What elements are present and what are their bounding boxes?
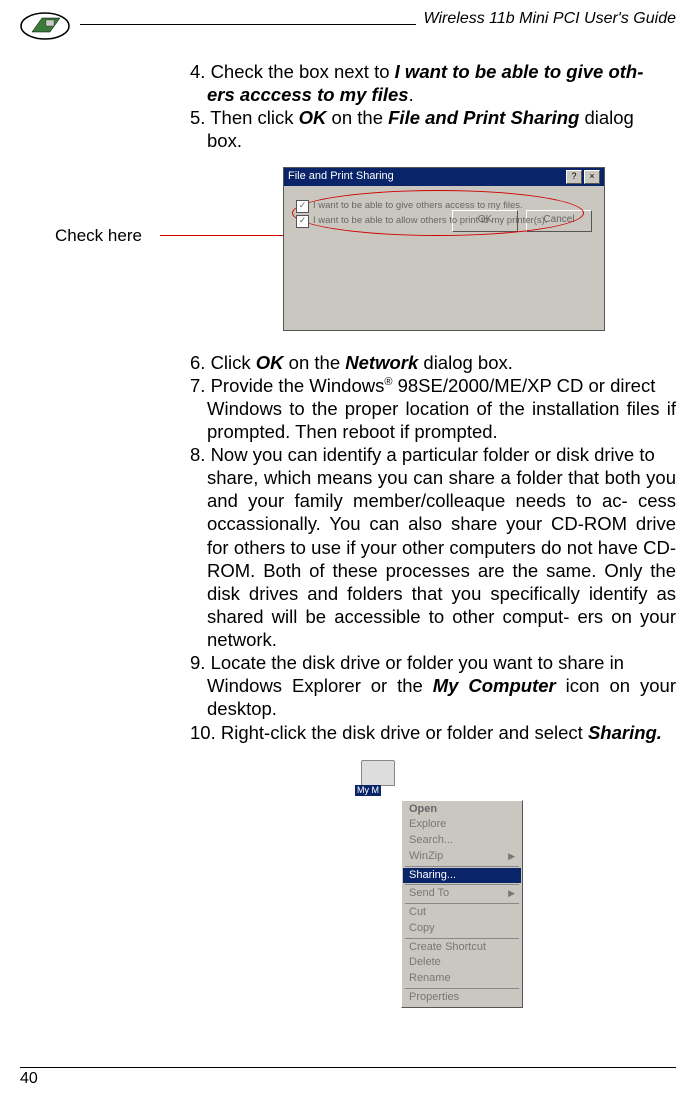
step9-text2: Windows Explorer or the — [207, 675, 433, 696]
step5-ok: OK — [299, 107, 327, 128]
step6-network: Network — [345, 352, 418, 373]
folder-label: My M — [355, 785, 381, 796]
menu-winzip-label: WinZip — [409, 850, 443, 862]
step6-on: on the — [284, 352, 346, 373]
annotation-ellipse — [292, 190, 584, 236]
step4-bold2: ers acccess to my files — [207, 84, 409, 105]
checkbox-files[interactable]: ✓ — [296, 200, 309, 213]
context-menu: Open Explore Search... WinZip ▶ Sharing..… — [401, 800, 523, 1008]
step6-rest: dialog box. — [418, 352, 513, 373]
menu-delete[interactable]: Delete — [403, 955, 521, 971]
step8-text2: share, which means you can share a folde… — [207, 467, 676, 650]
checkbox-printers[interactable]: ✓ — [296, 215, 309, 228]
menu-rename[interactable]: Rename — [403, 971, 521, 987]
dialog-title: File and Print Sharing — [288, 170, 394, 184]
step5-text: 5. Then click — [190, 107, 299, 128]
step9-mycomputer: My Computer — [433, 675, 556, 696]
step5-on: on the — [326, 107, 388, 128]
step4-bold1: I want to be able to give oth- — [395, 61, 644, 82]
step7-text3: Windows to the proper location of the in… — [207, 398, 676, 442]
menu-sendto[interactable]: Send To ▶ — [403, 886, 521, 902]
footer-rule — [20, 1067, 676, 1068]
menu-copy[interactable]: Copy — [403, 921, 521, 937]
close-icon[interactable]: × — [584, 170, 600, 184]
dialog-titlebar: File and Print Sharing ? × — [284, 168, 604, 186]
menu-explore[interactable]: Explore — [403, 817, 521, 833]
submenu-arrow-icon: ▶ — [508, 851, 515, 862]
step5-dialogname: File and Print Sharing — [388, 107, 579, 128]
figure-file-print-sharing: Check here File and Print Sharing ? × ✓ … — [135, 167, 676, 337]
menu-winzip[interactable]: WinZip ▶ — [403, 849, 521, 865]
step7-text2: 98SE/2000/ME/XP CD or direct — [392, 375, 655, 396]
annotation-check-here: Check here — [55, 225, 142, 246]
menu-properties[interactable]: Properties — [403, 990, 521, 1006]
header-title: Wireless 11b Mini PCI User's Guide — [416, 10, 676, 28]
file-print-sharing-dialog: File and Print Sharing ? × ✓ I want to b… — [283, 167, 605, 331]
menu-open[interactable]: Open — [403, 802, 521, 818]
step4-text: 4. Check the box next to — [190, 61, 395, 82]
figure-context-menu: My M Open Explore Search... WinZip ▶ Shar… — [333, 760, 533, 1008]
checkbox-printers-label: I want to be able to allow others to pri… — [313, 215, 547, 227]
page-number: 40 — [20, 1070, 676, 1088]
step7-text1: 7. Provide the Windows — [190, 375, 384, 396]
submenu-arrow-icon: ▶ — [508, 888, 515, 899]
menu-separator — [405, 938, 519, 939]
menu-sendto-label: Send To — [409, 887, 449, 899]
step10-sharing: Sharing. — [588, 722, 662, 743]
menu-sharing[interactable]: Sharing... — [403, 868, 521, 884]
menu-cut[interactable]: Cut — [403, 905, 521, 921]
step10-text: 10. Right-click the disk drive or folder… — [190, 722, 588, 743]
body-text: 4. Check the box next to I want to be ab… — [190, 60, 676, 1008]
annotation-leader-line — [160, 235, 286, 236]
step8-text1: 8. Now you can identify a particular fol… — [190, 444, 655, 465]
menu-separator — [405, 866, 519, 867]
menu-separator — [405, 988, 519, 989]
help-icon[interactable]: ? — [566, 170, 582, 184]
step4-period: . — [409, 84, 414, 105]
step6-ok: OK — [256, 352, 284, 373]
step9-text1: 9. Locate the disk drive or folder you w… — [190, 652, 624, 673]
checkbox-files-label: I want to be able to give others access … — [313, 200, 523, 212]
menu-shortcut[interactable]: Create Shortcut — [403, 940, 521, 956]
step5-dialog: dialog — [579, 107, 634, 128]
menu-separator — [405, 903, 519, 904]
step5-box: box. — [207, 130, 242, 151]
menu-search[interactable]: Search... — [403, 833, 521, 849]
step6-text: 6. Click — [190, 352, 256, 373]
chip-icon — [20, 12, 70, 40]
menu-separator — [405, 884, 519, 885]
folder-icon[interactable] — [361, 760, 395, 786]
